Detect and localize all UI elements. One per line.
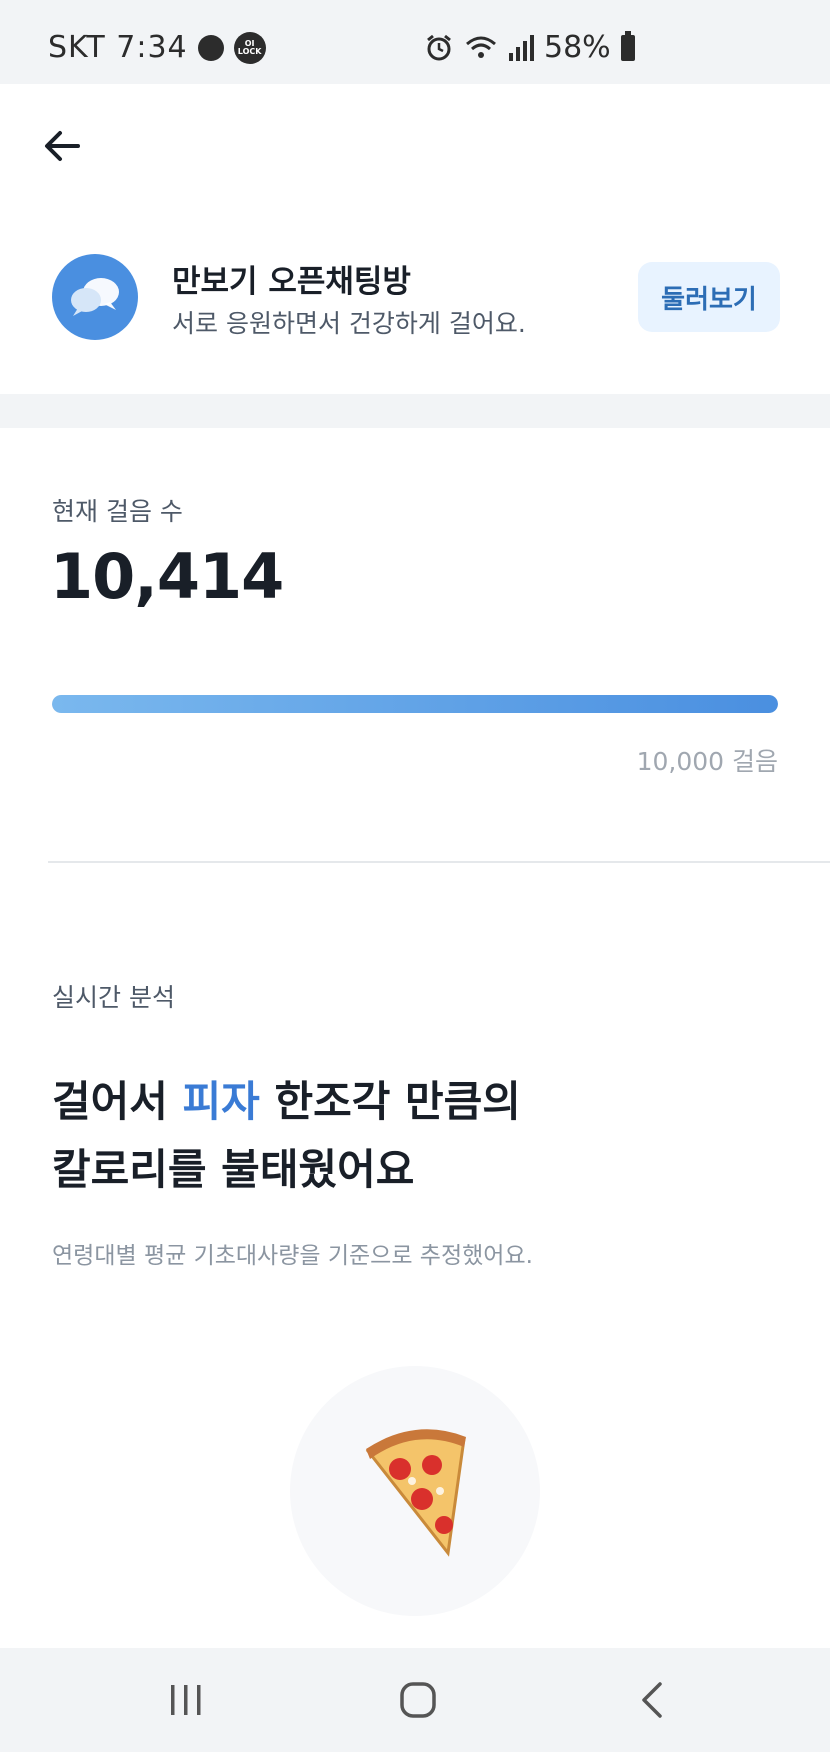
signal-icon: [509, 34, 534, 61]
arrow-left-icon: [45, 131, 80, 161]
status-bar: SKT 7:34 OI LOCK 58%: [0, 0, 830, 84]
back-button[interactable]: [36, 120, 88, 172]
recent-apps-button[interactable]: [146, 1670, 226, 1730]
current-steps-value: 10,414: [50, 540, 284, 613]
divider-line: [48, 861, 830, 863]
back-icon: [642, 1682, 662, 1718]
analysis-label: 실시간 분석: [52, 983, 175, 1012]
steps-progress-fill: [52, 695, 778, 713]
battery-percent: 58%: [544, 30, 611, 65]
chat-bubble-icon: [197, 34, 224, 61]
nav-back-button[interactable]: [612, 1670, 692, 1730]
recent-apps-icon: [171, 1685, 201, 1715]
chat-avatar: [52, 254, 138, 340]
headline-prefix: 걸어서: [52, 1077, 183, 1126]
alarm-icon: [427, 34, 451, 60]
chat-bubbles-icon: [71, 278, 119, 316]
status-right: 58%: [424, 30, 635, 65]
steps-goal-label: 10,000 걸음: [636, 747, 778, 776]
carrier-time: SKT 7:34: [48, 30, 188, 65]
system-nav-bar: [0, 1648, 830, 1752]
status-left: SKT 7:34 OI LOCK: [48, 30, 266, 65]
steps-progress-bar: [52, 695, 778, 713]
pizza-slice-icon: [365, 1429, 466, 1557]
chat-room-title: 만보기 오픈채팅방: [172, 264, 411, 300]
browse-button[interactable]: 둘러보기: [638, 262, 780, 332]
open-chat-card: 만보기 오픈채팅방 서로 응원하면서 건강하게 걸어요. 둘러보기: [52, 254, 792, 344]
battery-icon: [620, 30, 635, 61]
header: 만보기 오픈채팅방 서로 응원하면서 건강하게 걸어요. 둘러보기: [0, 84, 830, 394]
headline-suffix: 한조각 만큼의: [259, 1077, 521, 1126]
wifi-icon: [466, 36, 496, 58]
estimate-note: 연령대별 평균 기초대사량을 기준으로 추정했어요.: [52, 1243, 533, 1269]
lock-badge-icon: OI LOCK: [233, 31, 266, 64]
current-steps-label: 현재 걸음 수: [52, 497, 183, 526]
chat-room-subtitle: 서로 응원하면서 건강하게 걸어요.: [172, 309, 526, 338]
section-divider: [0, 394, 830, 428]
calorie-headline: 걸어서 피자 한조각 만큼의 칼로리를 불태웠어요: [52, 1068, 752, 1204]
home-button[interactable]: [378, 1670, 458, 1730]
food-illustration: [290, 1366, 540, 1616]
home-icon: [400, 1682, 436, 1718]
headline-line2: 칼로리를 불태웠어요: [52, 1145, 415, 1194]
headline-accent: 피자: [182, 1077, 260, 1126]
